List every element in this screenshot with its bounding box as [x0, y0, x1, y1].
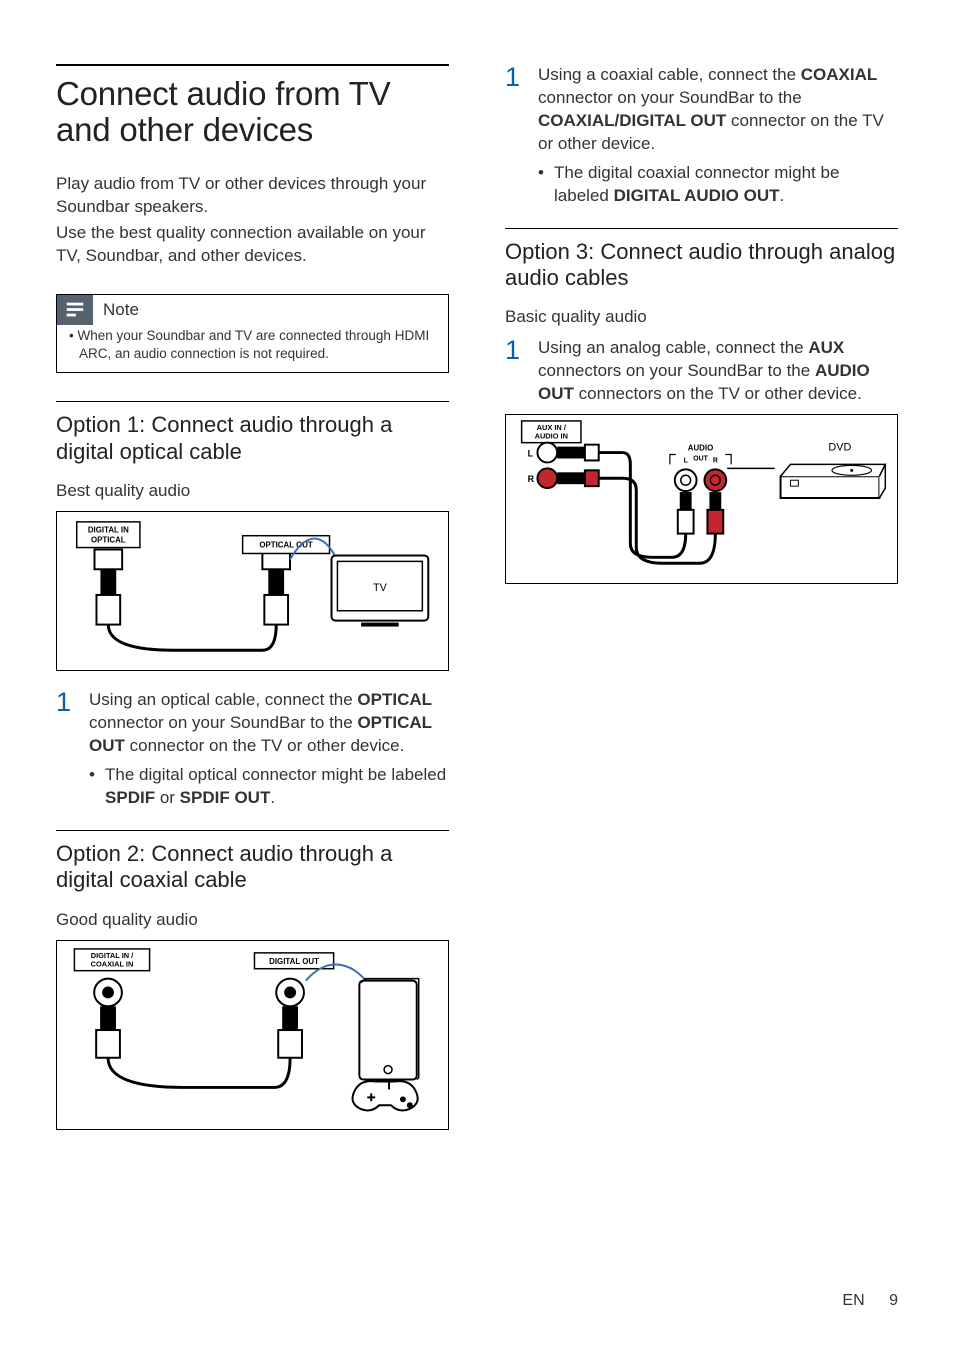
- note-header: Note: [57, 295, 448, 325]
- note-label: Note: [103, 300, 139, 320]
- option-2-quality: Good quality audio: [56, 910, 449, 930]
- diagram-audio-out-label: AUDIO: [688, 444, 713, 453]
- left-column: Connect audio from TV and other devices …: [56, 64, 449, 1148]
- right-column: 1 Using a coaxial cable, connect the COA…: [505, 64, 898, 1148]
- page-footer: EN 9: [842, 1292, 898, 1310]
- step-subitem: The digital coaxial connector might be l…: [538, 162, 898, 208]
- step-text: Using a coaxial cable, connect the COAXI…: [538, 64, 898, 208]
- diagram-r-label: R: [528, 474, 535, 484]
- step-number: 1: [505, 337, 520, 364]
- note-callout: Note When your Soundbar and TV are conne…: [56, 294, 449, 373]
- footer-lang: EN: [842, 1292, 864, 1309]
- option-2-heading: Option 2: Connect audio through a digita…: [56, 841, 449, 894]
- option-3-heading: Option 3: Connect audio through analog a…: [505, 239, 898, 292]
- section-rule: [56, 64, 449, 66]
- step-item: 1 Using a coaxial cable, connect the COA…: [505, 64, 898, 208]
- page-title: Connect audio from TV and other devices: [56, 76, 449, 149]
- step-item: 1 Using an optical cable, connect the OP…: [56, 689, 449, 810]
- step-item: 1 Using an analog cable, connect the AUX…: [505, 337, 898, 406]
- footer-page-number: 9: [889, 1292, 898, 1309]
- section-rule: [505, 228, 898, 229]
- svg-text:AUDIO IN: AUDIO IN: [535, 432, 568, 441]
- section-rule: [56, 830, 449, 831]
- svg-text:OPTICAL: OPTICAL: [91, 536, 126, 545]
- option-3-diagram: AUX IN / AUDIO IN L R: [505, 414, 898, 584]
- option-3-steps: 1 Using an analog cable, connect the AUX…: [505, 337, 898, 406]
- diagram-label-in: AUX IN /: [537, 423, 566, 432]
- option-1-diagram: DIGITAL IN OPTICAL OPTICAL OUT: [56, 511, 449, 671]
- option-1-steps: 1 Using an optical cable, connect the OP…: [56, 689, 449, 810]
- svg-text:R: R: [713, 458, 718, 465]
- intro-text-2: Use the best quality connection availabl…: [56, 222, 449, 268]
- step-text: Using an optical cable, connect the OPTI…: [89, 689, 449, 810]
- step-number: 1: [505, 64, 520, 91]
- diagram-device-label: DVD: [828, 442, 851, 454]
- diagram-l-label: L: [528, 449, 534, 459]
- option-2-steps: 1 Using a coaxial cable, connect the COA…: [505, 64, 898, 208]
- option-3-quality: Basic quality audio: [505, 307, 898, 327]
- note-body: When your Soundbar and TV are connected …: [57, 325, 448, 372]
- svg-text:OUT: OUT: [693, 456, 708, 463]
- step-number: 1: [56, 689, 71, 716]
- section-rule: [56, 401, 449, 402]
- option-1-heading: Option 1: Connect audio through a digita…: [56, 412, 449, 465]
- option-1-quality: Best quality audio: [56, 481, 449, 501]
- step-subitem: The digital optical connector might be l…: [89, 764, 449, 810]
- diagram-label-in: DIGITAL IN /: [91, 951, 134, 960]
- intro-text-1: Play audio from TV or other devices thro…: [56, 173, 449, 219]
- diagram-label-out: DIGITAL OUT: [269, 956, 319, 965]
- option-2-diagram: DIGITAL IN / COAXIAL IN DIGITAL OUT: [56, 940, 449, 1130]
- step-text: Using an analog cable, connect the AUX c…: [538, 337, 898, 406]
- svg-text:COAXIAL IN: COAXIAL IN: [91, 959, 134, 968]
- diagram-label-in: DIGITAL IN: [88, 526, 129, 535]
- diagram-device-label: TV: [373, 582, 388, 594]
- note-icon: [57, 295, 93, 325]
- svg-text:L: L: [684, 458, 688, 465]
- note-item: When your Soundbar and TV are connected …: [79, 327, 436, 362]
